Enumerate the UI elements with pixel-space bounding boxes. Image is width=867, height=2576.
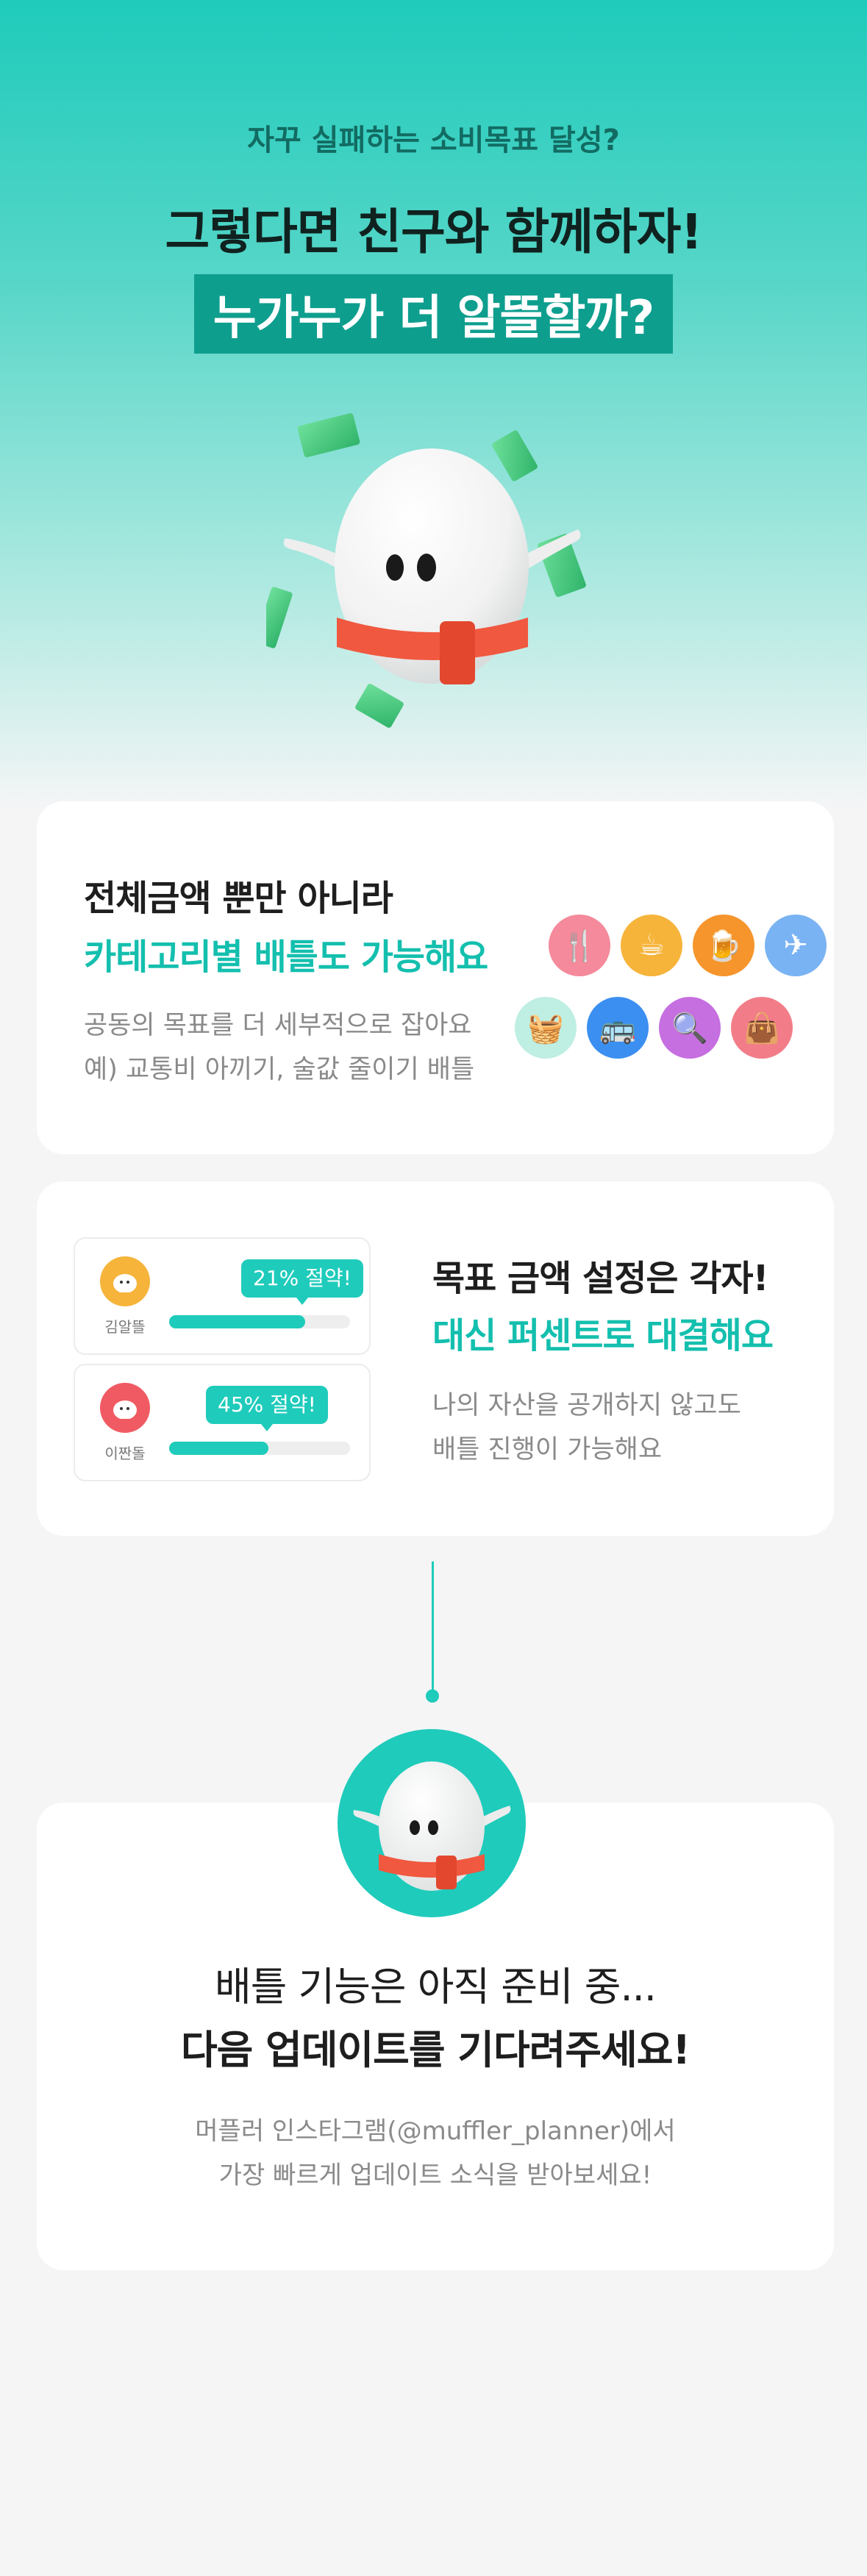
shopping-bag-icon: 👜 (731, 997, 793, 1059)
saving-badge: 45% 절약! (206, 1386, 328, 1431)
coming-soon-title: 배틀 기능은 아직 준비 중... (215, 1964, 657, 2010)
category-card-title: 전체금액 뿐만 아니라 (84, 878, 393, 919)
goal-card-title: 목표 금액 설정은 각자! (432, 1258, 768, 1299)
category-card-desc-1: 공동의 목표를 더 세부적으로 잡아요 (84, 1011, 472, 1040)
goal-card-accent: 대신 퍼센트로 대결해요 (432, 1315, 774, 1356)
coffee-icon: ☕ (621, 915, 682, 976)
hero-highlight-wrap: 누가누가 더 알뜰할까? (0, 274, 867, 354)
airplane-icon: ✈ (765, 915, 827, 976)
progress-track (169, 1442, 350, 1455)
mascot-avatar (338, 1729, 526, 1917)
battle-player-row: 이짠돌 45% 절약! (74, 1364, 371, 1481)
category-card-desc-2: 예) 교통비 아끼기, 술값 줄이기 배틀 (84, 1055, 475, 1084)
player-name: 이짠돌 (104, 1445, 146, 1462)
coming-soon-desc-2: 가장 빠르게 업데이트 소식을 받아보세요! (218, 2161, 652, 2190)
goal-card-desc-1: 나의 자산을 공개하지 않고도 (432, 1391, 741, 1420)
bus-icon: 🚌 (587, 997, 649, 1059)
progress-fill (169, 1442, 269, 1455)
restaurant-icon: 🍴 (549, 915, 610, 976)
percent-battle-card: 김알뜰 21% 절약! 이짠돌 45% 절약! 목표 금액 설정은 각자! 대신… (37, 1181, 834, 1536)
basket-icon: 🧺 (515, 997, 577, 1059)
coming-soon-desc-1: 머플러 인스타그램(@muffler_planner)에서 (195, 2117, 676, 2146)
avatar (100, 1256, 150, 1306)
coming-soon-title-bold: 다음 업데이트를 기다려주세요! (180, 2027, 691, 2073)
category-card-accent: 카테고리별 배틀도 가능해요 (84, 937, 488, 978)
progress-track (169, 1315, 350, 1328)
connector-line (432, 1561, 434, 1692)
beer-icon: 🍺 (693, 915, 754, 976)
hero-highlight: 누가누가 더 알뜰할까? (193, 274, 674, 354)
magnifier-icon: 🔍 (659, 997, 721, 1059)
avatar (100, 1383, 150, 1433)
connector-dot (426, 1689, 439, 1703)
battle-player-row: 김알뜰 21% 절약! (74, 1237, 371, 1355)
hero-title: 그렇다면 친구와 함께하자! (165, 204, 703, 260)
category-battle-card: 전체금액 뿐만 아니라 카테고리별 배틀도 가능해요 공동의 목표를 더 세부적… (37, 801, 834, 1154)
goal-card-desc-2: 배틀 진행이 가능해요 (432, 1435, 663, 1464)
egg-mascot-illustration (266, 413, 586, 728)
progress-fill (169, 1315, 305, 1328)
hero-subtitle: 자꾸 실패하는 소비목표 달성? (247, 124, 620, 157)
player-name: 김알뜰 (104, 1318, 146, 1336)
saving-badge: 21% 절약! (241, 1259, 363, 1305)
